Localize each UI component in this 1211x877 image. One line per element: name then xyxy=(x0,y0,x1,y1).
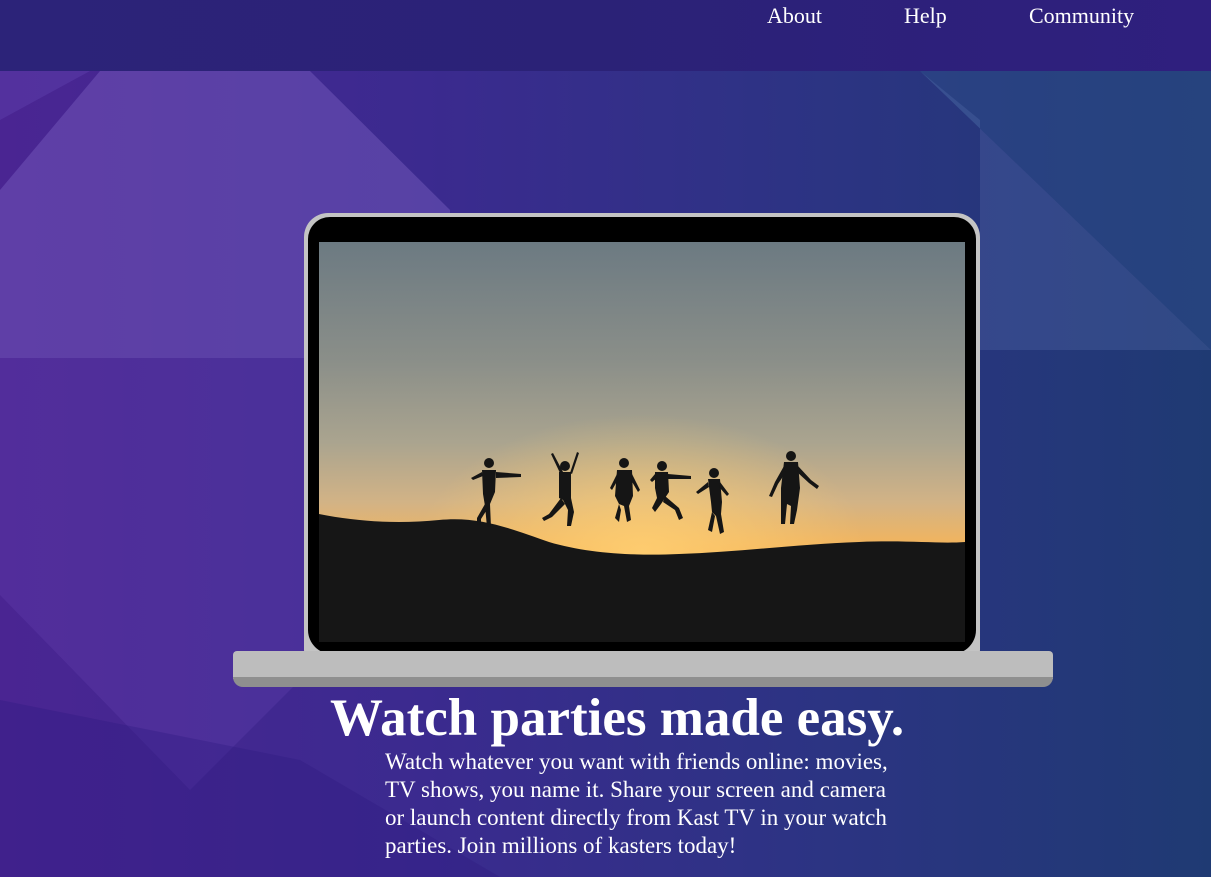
top-navbar: About Help Community xyxy=(0,0,1211,71)
nav-link-help[interactable]: Help xyxy=(904,3,947,29)
laptop-screen-image xyxy=(319,242,965,642)
sunset-jumping-people-image xyxy=(319,242,965,642)
laptop-bezel xyxy=(308,217,976,654)
hero-title: Watch parties made easy. xyxy=(330,689,905,747)
nav-link-community[interactable]: Community xyxy=(1029,3,1134,29)
laptop-lid xyxy=(304,213,980,656)
nav-link-about[interactable]: About xyxy=(767,3,822,29)
laptop-base-top xyxy=(233,651,1053,679)
hero-description: Watch whatever you want with friends onl… xyxy=(385,749,888,858)
